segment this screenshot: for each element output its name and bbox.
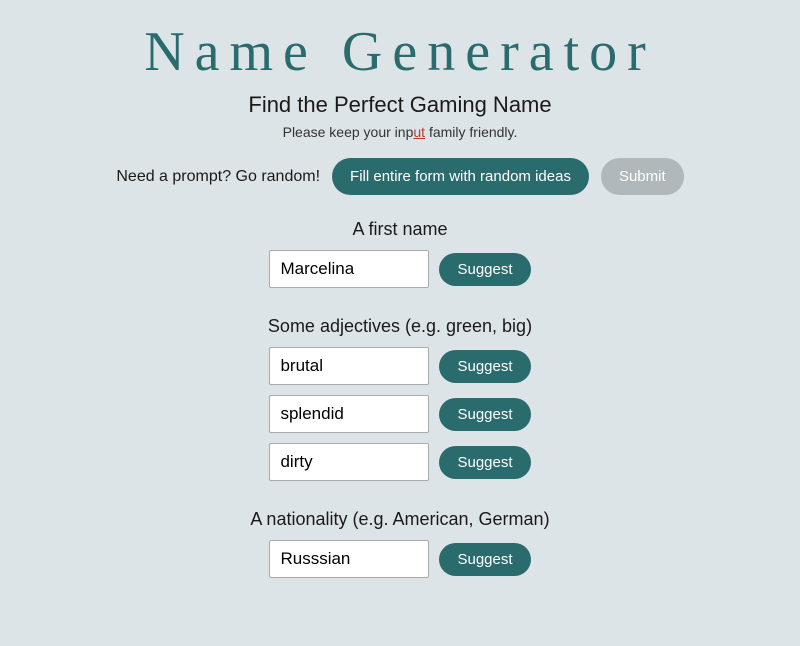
submit-button[interactable]: Submit — [601, 158, 684, 195]
first-name-label: A first name — [352, 219, 447, 240]
nationality-label: A nationality (e.g. American, German) — [250, 509, 549, 530]
adjective-suggest-button-3[interactable]: Suggest — [439, 446, 530, 479]
adjective-input-3[interactable] — [269, 443, 429, 481]
first-name-section: A first name Suggest — [40, 219, 760, 298]
friendly-note: Please keep your input family friendly. — [283, 124, 518, 140]
first-name-input-row: Suggest — [269, 250, 530, 288]
adjectives-label: Some adjectives (e.g. green, big) — [268, 316, 532, 337]
adjective-input-2[interactable] — [269, 395, 429, 433]
nationality-suggest-button[interactable]: Suggest — [439, 543, 530, 576]
random-prompt-row: Need a prompt? Go random! Fill entire fo… — [116, 158, 683, 195]
adjective-row-1: Suggest — [269, 347, 530, 385]
adjective-row-3: Suggest — [269, 443, 530, 481]
adjective-suggest-button-2[interactable]: Suggest — [439, 398, 530, 431]
adjective-input-1[interactable] — [269, 347, 429, 385]
page-title: Name Generator — [144, 20, 656, 84]
first-name-suggest-button[interactable]: Suggest — [439, 253, 530, 286]
adjective-suggest-button-1[interactable]: Suggest — [439, 350, 530, 383]
prompt-text: Need a prompt? Go random! — [116, 168, 320, 186]
adjectives-section: Some adjectives (e.g. green, big) Sugges… — [40, 316, 760, 491]
fill-random-button[interactable]: Fill entire form with random ideas — [332, 158, 589, 195]
subtitle: Find the Perfect Gaming Name — [248, 92, 551, 118]
nationality-input[interactable] — [269, 540, 429, 578]
first-name-input[interactable] — [269, 250, 429, 288]
adjective-row-2: Suggest — [269, 395, 530, 433]
nationality-section: A nationality (e.g. American, German) Su… — [40, 509, 760, 588]
highlight-text: ut — [413, 124, 425, 140]
nationality-input-row: Suggest — [269, 540, 530, 578]
